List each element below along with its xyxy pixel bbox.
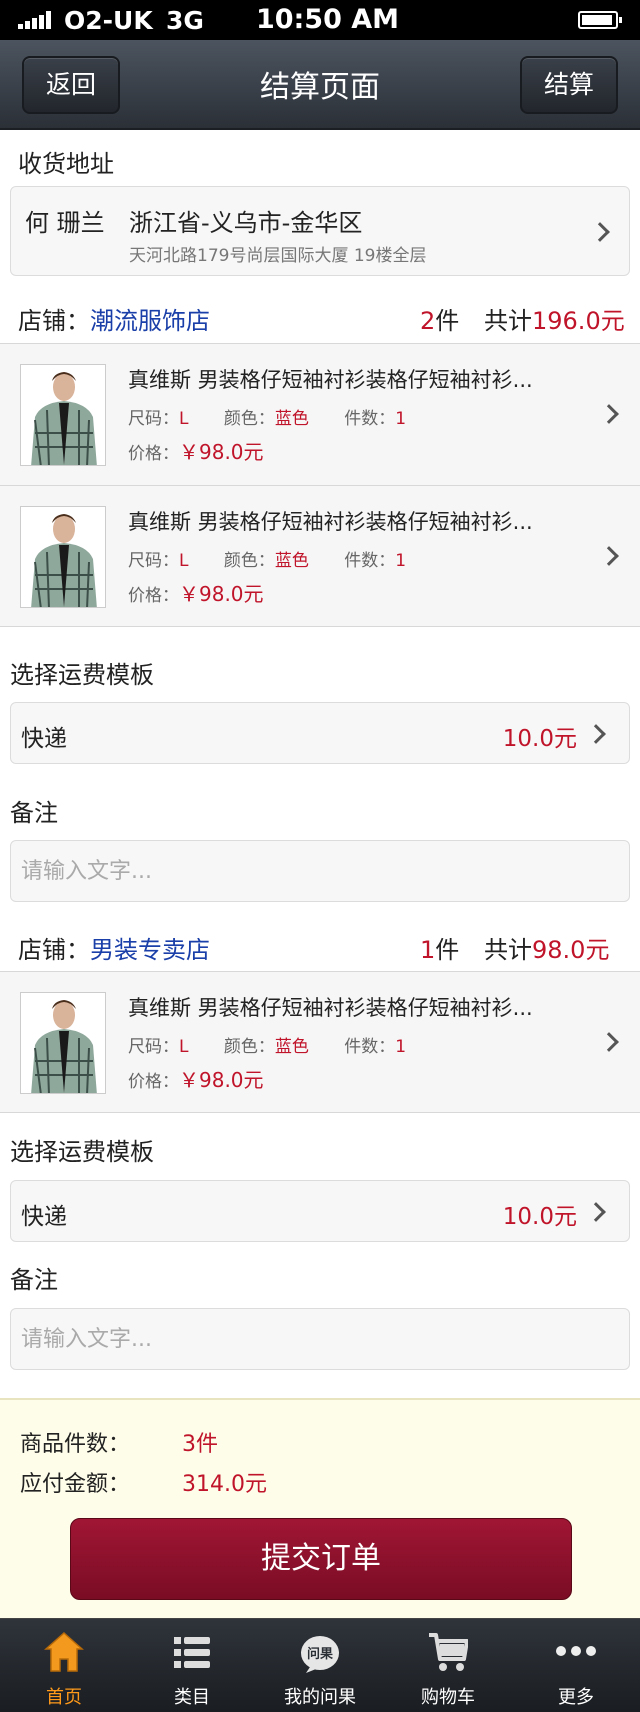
product-thumbnail bbox=[20, 506, 106, 608]
shop-label: 店铺： bbox=[18, 307, 90, 335]
chevron-right-icon bbox=[599, 546, 619, 566]
checkout-button[interactable]: 结算 bbox=[520, 56, 618, 114]
product-name: 真维斯 男装格仔短袖衬衫装格仔短袖衬衫... bbox=[128, 368, 533, 392]
tab-my-wenguo[interactable]: 问果 我的问果 bbox=[256, 1619, 384, 1712]
shipping-method: 快递 bbox=[21, 726, 67, 752]
tab-label: 类目 bbox=[174, 1687, 210, 1708]
tab-cart[interactable]: 购物车 bbox=[384, 1619, 512, 1712]
address-card[interactable]: 何 珊兰 浙江省-义乌市-金华区 天河北路179号尚层国际大厦 19楼全层 bbox=[10, 186, 630, 276]
chevron-right-icon bbox=[586, 1202, 606, 1222]
amount-value: 314.0元 bbox=[182, 1472, 267, 1497]
shipping-section-title: 选择运费模板 bbox=[10, 1138, 154, 1166]
product-row[interactable]: 真维斯 男装格仔短袖衬衫装格仔短袖衬衫... 尺码：L 颜色：蓝色 件数：1 价… bbox=[0, 971, 640, 1113]
clock: 10:50 AM bbox=[255, 4, 400, 35]
product-row[interactable]: 真维斯 男装格仔短袖衬衫装格仔短袖衬衫... 尺码：L 颜色：蓝色 件数：1 价… bbox=[0, 485, 640, 627]
shipping-method: 快递 bbox=[21, 1204, 67, 1230]
navbar: 返回 结算页面 结算 bbox=[0, 40, 640, 130]
list-icon bbox=[174, 1637, 210, 1668]
address-street: 天河北路179号尚层国际大厦 19楼全层 bbox=[129, 246, 427, 266]
remark-input[interactable] bbox=[10, 840, 630, 902]
shop-name-link[interactable]: 潮流服饰店 bbox=[90, 307, 210, 335]
amount-label: 应付金额： bbox=[20, 1472, 131, 1497]
tab-label: 更多 bbox=[558, 1687, 594, 1708]
shop-header: 店铺：潮流服饰店 2件 共计196.0元 bbox=[0, 297, 640, 337]
product-thumbnail bbox=[20, 992, 106, 1094]
shipping-section-title: 选择运费模板 bbox=[10, 661, 154, 689]
shop-header: 店铺：男装专卖店 1件 共计98.0元 bbox=[0, 926, 640, 966]
shipping-template-select[interactable]: 快递 10.0元 bbox=[10, 1180, 630, 1242]
tab-label: 购物车 bbox=[421, 1687, 475, 1708]
battery-icon bbox=[578, 11, 622, 29]
remark-input[interactable] bbox=[10, 1308, 630, 1370]
home-icon bbox=[44, 1631, 84, 1672]
chevron-right-icon bbox=[590, 222, 610, 242]
status-bar: O2-UK 3G 10:50 AM bbox=[0, 0, 640, 40]
shop-label: 店铺： bbox=[18, 936, 90, 964]
shop-item-count: 1件 bbox=[420, 936, 460, 964]
shop-name-link[interactable]: 男装专卖店 bbox=[90, 936, 210, 964]
shop-item-count: 2件 bbox=[420, 307, 460, 335]
shipping-price: 10.0元 bbox=[502, 726, 577, 752]
address-region: 浙江省-义乌市-金华区 bbox=[129, 209, 363, 237]
more-icon bbox=[556, 1646, 596, 1656]
remark-section-title: 备注 bbox=[10, 1266, 58, 1294]
order-summary: 商品件数： 3件 应付金额： 314.0元 提交订单 bbox=[0, 1398, 640, 1618]
remark-section-title: 备注 bbox=[10, 799, 58, 827]
recipient-name: 何 珊兰 bbox=[25, 209, 105, 237]
product-price: 价格：￥98.0元 bbox=[128, 440, 264, 464]
tab-home[interactable]: 首页 bbox=[0, 1619, 128, 1712]
tab-more[interactable]: 更多 bbox=[512, 1619, 640, 1712]
product-attributes: 尺码：L 颜色：蓝色 件数：1 bbox=[128, 551, 407, 571]
items-count-label: 商品件数： bbox=[20, 1432, 131, 1457]
tab-bar: 首页 类目 问果 我的问果 购物车 更多 bbox=[0, 1618, 640, 1712]
shop-total: 共计196.0元 bbox=[484, 307, 625, 335]
chevron-right-icon bbox=[599, 404, 619, 424]
chevron-right-icon bbox=[599, 1032, 619, 1052]
product-name: 真维斯 男装格仔短袖衬衫装格仔短袖衬衫... bbox=[128, 510, 533, 534]
svg-text:问果: 问果 bbox=[307, 1646, 333, 1662]
tab-label: 我的问果 bbox=[284, 1687, 356, 1708]
items-count-value: 3件 bbox=[182, 1432, 218, 1457]
tab-label: 首页 bbox=[46, 1687, 82, 1708]
shipping-price: 10.0元 bbox=[502, 1204, 577, 1230]
wenguo-logo-icon: 问果 bbox=[301, 1636, 339, 1673]
product-attributes: 尺码：L 颜色：蓝色 件数：1 bbox=[128, 409, 407, 429]
product-name: 真维斯 男装格仔短袖衬衫装格仔短袖衬衫... bbox=[128, 996, 533, 1020]
shop-total: 共计98.0元 bbox=[484, 936, 610, 964]
product-price: 价格：￥98.0元 bbox=[128, 1068, 264, 1092]
submit-order-button[interactable]: 提交订单 bbox=[70, 1518, 572, 1600]
tab-category[interactable]: 类目 bbox=[128, 1619, 256, 1712]
cart-icon bbox=[429, 1633, 468, 1671]
address-section-title: 收货地址 bbox=[18, 150, 114, 178]
shipping-template-select[interactable]: 快递 10.0元 bbox=[10, 702, 630, 764]
product-row[interactable]: 真维斯 男装格仔短袖衬衫装格仔短袖衬衫... 尺码：L 颜色：蓝色 件数：1 价… bbox=[0, 343, 640, 485]
product-thumbnail bbox=[20, 364, 106, 466]
product-attributes: 尺码：L 颜色：蓝色 件数：1 bbox=[128, 1037, 407, 1057]
product-price: 价格：￥98.0元 bbox=[128, 582, 264, 606]
chevron-right-icon bbox=[586, 724, 606, 744]
